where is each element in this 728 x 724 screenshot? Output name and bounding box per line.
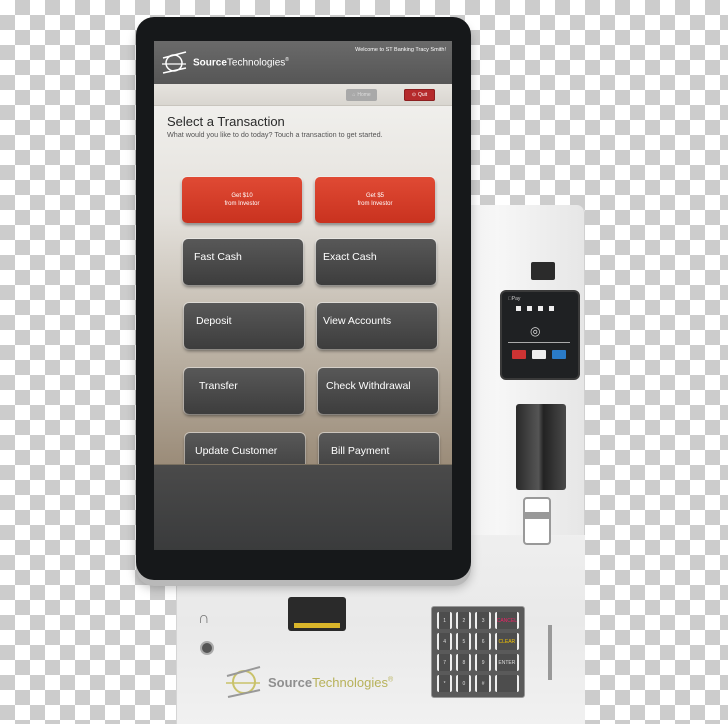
reader-status-leds [516,306,554,311]
toolbar: ⌂ Home ⊙ Quit [154,84,452,106]
promo-line2: from Investor [224,201,260,207]
key-5[interactable]: 5 [456,633,472,650]
pin-pad: 1 2 3 CANCEL 4 5 6 CLEAR 7 8 9 ENTER * 0… [431,606,525,698]
brand-name-bold: Source [268,674,313,690]
kiosk-brand-logo: SourceTechnologies® [224,665,393,699]
barcode-scanner [288,597,346,631]
screen: SourceTechnologies® Welcome to ST Bankin… [154,41,452,550]
button-label: Transfer [199,380,238,392]
welcome-message: Welcome to ST Banking Tracy Smith! [355,47,446,53]
button-label: Exact Cash [323,251,377,263]
key-star[interactable]: * [437,675,453,692]
headphone-icon: ∩ [198,610,210,627]
key-cancel[interactable]: CANCEL [494,612,519,629]
button-label: Deposit [196,315,232,327]
brand-name-rest: Technologies [226,57,286,69]
check-withdrawal-button[interactable]: Check Withdrawal [318,368,438,414]
card-brand-logos [512,350,566,359]
button-label: Check Withdrawal [326,380,411,392]
home-icon: ⌂ [352,92,356,98]
side-slot [548,625,552,680]
button-label: Update Customer [195,445,278,457]
fast-cash-button[interactable]: Fast Cash [183,239,303,285]
key-3[interactable]: 3 [475,612,491,629]
reader-divider [508,342,570,343]
key-9[interactable]: 9 [475,654,491,671]
deposit-button[interactable]: Deposit [184,303,304,349]
page-title: Select a Transaction [167,114,285,129]
registered-mark: ® [387,676,394,684]
brand-name-rest: Technologies [312,674,388,690]
key-6[interactable]: 6 [475,633,491,650]
card-slot [531,262,555,280]
power-icon: ⊙ [411,92,417,98]
key-0[interactable]: 0 [456,675,472,692]
globe-logo-icon [226,666,261,698]
registered-mark: ® [285,57,289,64]
key-blank[interactable] [494,675,519,692]
cash-dispenser [516,404,566,490]
contactless-card-reader: Pay ◎ [500,290,580,380]
screen-footer [154,464,452,550]
brand-logo: SourceTechnologies® [160,51,289,75]
key-8[interactable]: 8 [456,654,472,671]
amex-icon [552,350,566,359]
promo-line1: Get $10 [231,192,253,199]
promo-line1: Get $5 [365,192,384,199]
key-hash[interactable]: # [475,675,491,692]
promo-get-10-button[interactable]: Get $10 from Investor [182,177,302,223]
app-header: SourceTechnologies® Welcome to ST Bankin… [154,41,452,84]
home-label: Home [357,92,371,98]
key-2[interactable]: 2 [456,612,472,629]
key-7[interactable]: 7 [437,654,453,671]
brand-name-bold: Source [193,57,227,69]
quit-label: Quit [418,92,428,98]
promo-get-5-button[interactable]: Get $5 from Investor [315,177,435,223]
page-subtitle: What would you like to do today? Touch a… [167,130,383,139]
mastercard-icon [512,350,526,359]
apple-pay-label: Pay [508,296,520,302]
promo-line2: from Investor [357,201,393,207]
button-label: Fast Cash [194,251,242,263]
quit-button[interactable]: ⊙ Quit [404,89,435,101]
transfer-button[interactable]: Transfer [184,368,304,414]
key-4[interactable]: 4 [437,633,453,650]
globe-logo-icon [162,51,187,74]
key-enter[interactable]: ENTER [494,654,519,671]
view-accounts-button[interactable]: View Accounts [317,303,437,349]
visa-icon [532,350,546,359]
audio-jack [200,641,214,655]
kiosk-touchscreen: SourceTechnologies® Welcome to ST Bankin… [136,17,471,580]
button-label: Bill Payment [331,445,390,457]
key-clear[interactable]: CLEAR [494,633,519,650]
contactless-icon: ◎ [530,324,541,338]
transaction-panel: Select a Transaction What would you like… [154,106,452,479]
exact-cash-button[interactable]: Exact Cash [316,239,436,285]
key-1[interactable]: 1 [437,612,453,629]
home-button[interactable]: ⌂ Home [346,89,377,101]
receipt-printer-slot [523,497,551,545]
button-label: View Accounts [323,315,392,327]
